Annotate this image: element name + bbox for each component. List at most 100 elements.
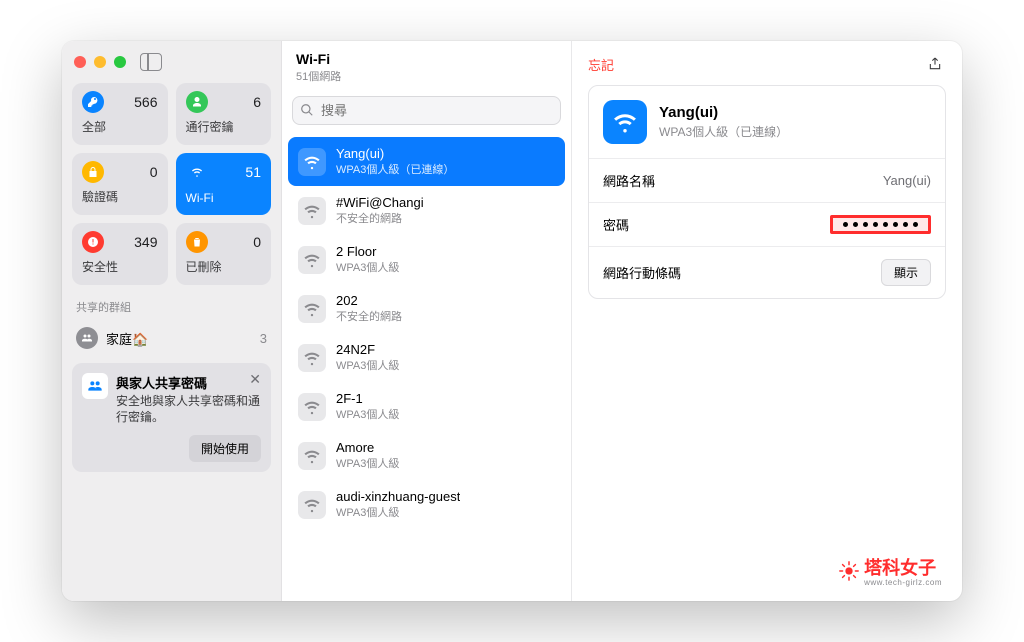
window-controls	[74, 56, 126, 68]
network-name: 2 Floor	[336, 244, 399, 259]
row-network-name: 網路名稱 Yang(ui)	[589, 158, 945, 202]
category-count: 6	[253, 94, 261, 110]
key-icon	[82, 91, 104, 113]
wifi-icon	[298, 246, 326, 274]
passwords-window: 566全部 6 通行密鑰 0 驗證碼 51 Wi-Fi 349 安全性 0 已刪除 共享的群組 家庭…	[62, 41, 962, 601]
close-icon[interactable]: ✕	[249, 371, 261, 388]
group-label: 家庭🏠	[106, 329, 148, 348]
wifi-icon	[186, 161, 208, 183]
network-name: Yang(ui)	[336, 146, 454, 161]
network-name: Amore	[336, 440, 399, 455]
family-share-card: ✕ 與家人共享密碼 安全地與家人共享密碼和通行密鑰。 開始使用	[72, 363, 271, 472]
network-security: WPA3個人級	[336, 455, 399, 471]
person-icon	[186, 91, 208, 113]
network-item[interactable]: 202不安全的網路	[288, 284, 565, 333]
close-window-button[interactable]	[74, 56, 86, 68]
network-item[interactable]: Yang(ui)WPA3個人級（已連線）	[288, 137, 565, 186]
network-name: audi-xinzhuang-guest	[336, 489, 460, 504]
network-name: #WiFi@Changi	[336, 195, 424, 210]
category-grid: 566全部 6 通行密鑰 0 驗證碼 51 Wi-Fi 349 安全性 0 已刪除	[62, 83, 281, 285]
network-security: 不安全的網路	[336, 210, 424, 226]
network-name: 24N2F	[336, 342, 399, 357]
show-qrcode-button[interactable]: 顯示	[881, 259, 931, 286]
search-icon	[300, 103, 314, 117]
network-item[interactable]: AmoreWPA3個人級	[288, 431, 565, 480]
wifi-icon	[298, 442, 326, 470]
network-security: WPA3個人級	[336, 406, 399, 422]
password-field[interactable]	[830, 215, 931, 234]
network-list-panel: Wi-Fi 51個網路 Yang(ui)WPA3個人級（已連線）#WiFi@Ch…	[282, 41, 572, 601]
watermark-sub: www.tech-girlz.com	[864, 578, 942, 587]
network-security: WPA3個人級	[336, 259, 399, 275]
minimize-window-button[interactable]	[94, 56, 106, 68]
network-security: WPA3個人級	[336, 357, 399, 373]
alert-icon	[82, 231, 104, 253]
share-button[interactable]	[924, 53, 946, 75]
network-security: WPA3個人級（已連線）	[336, 161, 454, 177]
network-item[interactable]: #WiFi@Changi不安全的網路	[288, 186, 565, 235]
share-card-subtitle: 安全地與家人共享密碼和通行密鑰。	[116, 394, 261, 425]
category-Wi-Fi[interactable]: 51 Wi-Fi	[176, 153, 272, 215]
category-label: 通行密鑰	[186, 118, 262, 135]
network-item[interactable]: audi-xinzhuang-guestWPA3個人級	[288, 480, 565, 529]
group-count: 3	[260, 331, 267, 346]
list-subtitle: 51個網路	[296, 68, 557, 84]
network-list: Yang(ui)WPA3個人級（已連線）#WiFi@Changi不安全的網路2 …	[282, 133, 571, 601]
network-status: WPA3個人級（已連線）	[659, 123, 788, 140]
network-title: Yang(ui)	[659, 104, 788, 121]
network-item[interactable]: 24N2FWPA3個人級	[288, 333, 565, 382]
wifi-icon	[298, 295, 326, 323]
search-input[interactable]	[292, 96, 561, 125]
list-title: Wi-Fi	[296, 51, 557, 67]
sidebar: 566全部 6 通行密鑰 0 驗證碼 51 Wi-Fi 349 安全性 0 已刪除 共享的群組 家庭…	[62, 41, 282, 601]
category-label: 已刪除	[186, 258, 262, 275]
zoom-window-button[interactable]	[114, 56, 126, 68]
category-label: 驗證碼	[82, 188, 158, 205]
titlebar	[62, 41, 281, 83]
trash-icon	[186, 231, 208, 253]
row-password: 密碼	[589, 202, 945, 246]
wifi-icon	[298, 393, 326, 421]
category-已刪除[interactable]: 0 已刪除	[176, 223, 272, 285]
password-label: 密碼	[603, 215, 629, 234]
qrcode-label: 網路行動條碼	[603, 263, 681, 282]
network-name: 202	[336, 293, 402, 308]
shared-group-family[interactable]: 家庭🏠 3	[62, 321, 281, 355]
network-name-label: 網路名稱	[603, 171, 655, 190]
watermark: 塔科女子 www.tech-girlz.com	[838, 554, 942, 587]
shared-groups-label: 共享的群組	[62, 285, 281, 321]
network-item[interactable]: 2 FloorWPA3個人級	[288, 235, 565, 284]
wifi-icon	[298, 197, 326, 225]
detail-panel: 忘記 Yang(ui) WPA3個人級（已連線） 網路名稱 Yang(ui) 密…	[572, 41, 962, 601]
watermark-text: 塔科女子	[864, 558, 936, 578]
network-item[interactable]: 2F-1WPA3個人級	[288, 382, 565, 431]
network-name-value: Yang(ui)	[883, 173, 931, 188]
category-count: 349	[134, 234, 157, 250]
category-label: 全部	[82, 118, 158, 135]
network-security: WPA3個人級	[336, 504, 460, 520]
wifi-icon	[298, 491, 326, 519]
category-label: Wi-Fi	[186, 191, 262, 205]
category-全部[interactable]: 566全部	[72, 83, 168, 145]
network-name: 2F-1	[336, 391, 399, 406]
lock-icon	[82, 161, 104, 183]
category-count: 51	[245, 164, 261, 180]
wifi-icon	[298, 148, 326, 176]
share-card-title: 與家人共享密碼	[116, 373, 261, 392]
search-wrap	[292, 96, 561, 125]
category-驗證碼[interactable]: 0 驗證碼	[72, 153, 168, 215]
network-security: 不安全的網路	[336, 308, 402, 324]
category-通行密鑰[interactable]: 6 通行密鑰	[176, 83, 272, 145]
forget-network-button[interactable]: 忘記	[588, 55, 614, 74]
category-安全性[interactable]: 349 安全性	[72, 223, 168, 285]
start-sharing-button[interactable]: 開始使用	[189, 435, 261, 462]
wifi-icon	[298, 344, 326, 372]
family-share-icon	[82, 373, 108, 399]
category-count: 0	[150, 164, 158, 180]
row-qrcode: 網路行動條碼 顯示	[589, 246, 945, 298]
wifi-hero-icon	[603, 100, 647, 144]
category-count: 0	[253, 234, 261, 250]
toggle-sidebar-button[interactable]	[140, 53, 162, 71]
network-detail-card: Yang(ui) WPA3個人級（已連線） 網路名稱 Yang(ui) 密碼 網…	[588, 85, 946, 299]
category-label: 安全性	[82, 258, 158, 275]
